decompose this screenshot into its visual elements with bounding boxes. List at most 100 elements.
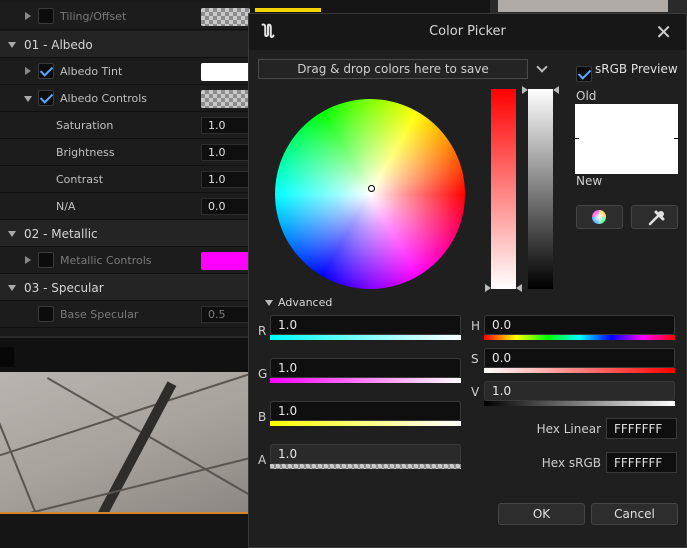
expand-arrow-icon[interactable]	[25, 256, 31, 264]
a-channel-label: A	[258, 453, 267, 467]
property-row-brightness: Brightness 1.0	[0, 139, 250, 166]
v-channel-label: V	[471, 385, 480, 399]
value-slider[interactable]	[528, 89, 553, 289]
property-label: Saturation	[56, 119, 114, 132]
collapse-arrow-icon	[265, 300, 273, 306]
property-row-contrast: Contrast 1.0	[0, 166, 250, 193]
srgb-preview-checkbox[interactable]	[576, 66, 592, 82]
viewport-toolbar-button[interactable]	[0, 347, 14, 367]
hex-linear-label: Hex Linear	[536, 422, 601, 436]
new-color-label: New	[576, 174, 603, 188]
color-picker-dialog: Color Picker ✕ Drag & drop colors here t…	[248, 13, 687, 548]
a-channel-input[interactable]: 1.0	[270, 444, 461, 464]
preview-viewport[interactable]	[0, 372, 248, 514]
collapse-arrow-icon[interactable]	[8, 285, 16, 291]
dialog-titlebar[interactable]: Color Picker ✕	[249, 14, 686, 50]
s-channel-label: S	[471, 352, 479, 366]
albedo-controls-swatch[interactable]	[201, 90, 250, 108]
albedo-tint-swatch[interactable]	[201, 63, 250, 81]
tiling-offset-checkbox[interactable]	[38, 8, 54, 24]
metallic-controls-swatch[interactable]	[201, 252, 250, 270]
h-channel-input[interactable]: 0.0	[484, 315, 675, 335]
r-channel-slider[interactable]	[270, 335, 461, 340]
property-row-albedo-controls[interactable]: Albedo Controls	[0, 85, 250, 112]
details-panel: Tiling/Offset 01 - Albedo Albedo Tint Al…	[0, 0, 250, 336]
property-label: Contrast	[56, 173, 104, 186]
property-label: Albedo Tint	[60, 65, 123, 78]
property-row-na: N/A 0.0	[0, 193, 250, 220]
srgb-preview-toggle[interactable]: sRGB Preview	[576, 61, 678, 82]
metallic-controls-checkbox[interactable]	[38, 252, 54, 268]
category-label: 02 - Metallic	[24, 227, 98, 241]
viewport-toolbar	[0, 336, 250, 372]
a-channel-slider[interactable]	[270, 464, 461, 469]
b-channel-label: B	[258, 410, 267, 424]
expand-arrow-icon[interactable]	[25, 67, 31, 75]
g-channel-slider[interactable]	[270, 378, 461, 383]
category-label: 03 - Specular	[24, 281, 104, 295]
expand-arrow-icon[interactable]	[25, 12, 31, 20]
dialog-title: Color Picker	[429, 24, 506, 39]
collapse-arrow-icon[interactable]	[24, 96, 32, 102]
collapse-arrow-icon[interactable]	[8, 231, 16, 237]
property-label: N/A	[56, 200, 76, 213]
tiling-offset-swatch[interactable]	[201, 8, 250, 26]
category-albedo[interactable]: 01 - Albedo	[0, 31, 250, 58]
property-row-metallic-controls[interactable]: Metallic Controls	[0, 247, 250, 274]
property-row-albedo-tint[interactable]: Albedo Tint	[0, 58, 250, 85]
category-specular[interactable]: 03 - Specular	[0, 274, 250, 301]
s-channel-slider[interactable]	[484, 368, 675, 373]
base-specular-input[interactable]: 0.5	[201, 306, 250, 323]
background-viewport-strip	[490, 0, 687, 14]
saturation-slider[interactable]	[491, 89, 516, 289]
color-wheel-icon	[592, 210, 606, 224]
albedo-controls-checkbox[interactable]	[38, 90, 54, 106]
eyedropper-icon	[648, 210, 665, 226]
old-color-label: Old	[576, 89, 597, 103]
b-channel-input[interactable]: 1.0	[270, 401, 461, 421]
r-channel-input[interactable]: 1.0	[270, 315, 461, 335]
property-label: Base Specular	[60, 308, 139, 321]
color-wheel-selector[interactable]	[368, 185, 375, 192]
brightness-input[interactable]: 1.0	[201, 144, 250, 161]
v-channel-input[interactable]: 1.0	[484, 381, 675, 401]
property-row-base-specular: Base Specular 0.5	[0, 301, 250, 328]
albedo-tint-checkbox[interactable]	[38, 63, 54, 79]
color-wheel[interactable]	[275, 99, 465, 289]
srgb-preview-label: sRGB Preview	[595, 62, 678, 76]
property-label: Tiling/Offset	[60, 10, 127, 23]
hex-srgb-input[interactable]: FFFFFFF	[606, 452, 677, 473]
advanced-label: Advanced	[278, 296, 333, 309]
hex-srgb-label: Hex sRGB	[541, 456, 601, 470]
color-wheel-mode-button[interactable]	[576, 205, 623, 229]
chevron-down-icon[interactable]	[536, 61, 548, 73]
h-channel-slider[interactable]	[484, 335, 675, 340]
category-metallic[interactable]: 02 - Metallic	[0, 220, 250, 247]
collapse-arrow-icon[interactable]	[8, 42, 16, 48]
b-channel-slider[interactable]	[270, 421, 461, 426]
saturation-input[interactable]: 1.0	[201, 117, 250, 134]
na-input[interactable]: 0.0	[201, 198, 250, 215]
saturation-slider-handle[interactable]	[485, 284, 522, 292]
contrast-input[interactable]: 1.0	[201, 171, 250, 188]
s-channel-input[interactable]: 0.0	[484, 348, 675, 368]
h-channel-label: H	[471, 319, 481, 333]
property-row-saturation: Saturation 1.0	[0, 112, 250, 139]
color-preview	[575, 104, 678, 174]
saved-colors-drop-zone[interactable]: Drag & drop colors here to save	[258, 59, 528, 79]
close-icon[interactable]: ✕	[655, 20, 672, 44]
r-channel-label: R	[258, 324, 267, 338]
base-specular-checkbox[interactable]	[38, 306, 54, 322]
v-channel-slider[interactable]	[484, 401, 675, 406]
value-slider-handle[interactable]	[522, 86, 559, 94]
property-label: Albedo Controls	[60, 92, 148, 105]
cancel-button[interactable]: Cancel	[591, 503, 678, 525]
category-label: 01 - Albedo	[24, 38, 93, 52]
hex-linear-input[interactable]: FFFFFFF	[606, 418, 677, 439]
advanced-section-toggle[interactable]: Advanced	[265, 296, 332, 309]
eyedropper-button[interactable]	[631, 205, 678, 229]
ok-button[interactable]: OK	[498, 503, 585, 525]
property-row-tiling-offset[interactable]: Tiling/Offset	[0, 3, 250, 30]
selection-highlight	[255, 8, 321, 12]
g-channel-input[interactable]: 1.0	[270, 358, 461, 378]
